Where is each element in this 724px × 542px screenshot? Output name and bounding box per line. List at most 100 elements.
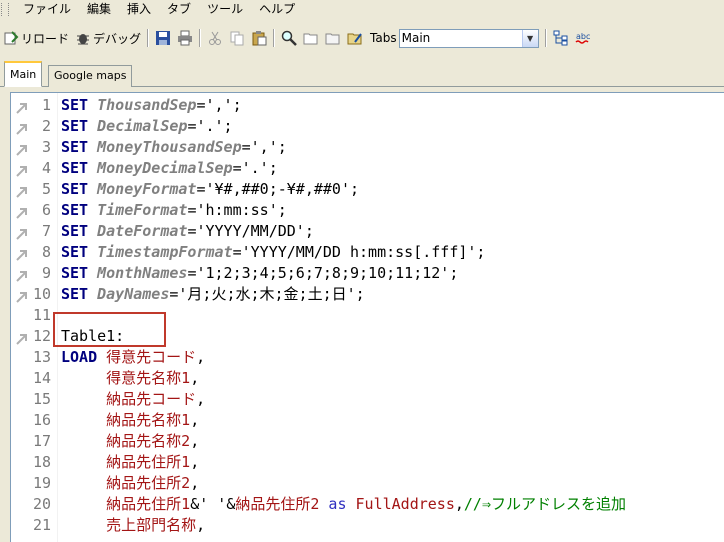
code-text: SET TimestampFormat='YYYY/MM/DD h:mm:ss[… (61, 242, 485, 263)
code-line[interactable]: 8 SET TimestampFormat='YYYY/MM/DD h:mm:ss… (11, 242, 724, 263)
code-text: 納品先名称2, (61, 431, 199, 452)
code-line[interactable]: 19 納品先住所2, (11, 473, 724, 494)
menu-edit[interactable]: 編集 (79, 1, 119, 18)
menu-tab[interactable]: タブ (159, 1, 199, 18)
code-token: 売上部門名称 (106, 516, 197, 534)
print-button[interactable] (174, 27, 196, 49)
code-line[interactable]: 5 SET MoneyFormat='¥#,##0;-¥#,##0'; (11, 179, 724, 200)
code-token: ThousandSep (97, 96, 197, 114)
code-text: 売上部門名称, (61, 515, 205, 536)
code-token: , (196, 390, 206, 408)
code-token: MoneyThousandSep (97, 138, 242, 156)
find-button[interactable] (278, 27, 300, 49)
code-line[interactable]: 10 SET DayNames='月;火;水;木;金;土;日'; (11, 284, 724, 305)
code-token: , (190, 369, 200, 387)
line-number: 10 (32, 285, 51, 303)
code-line[interactable]: 18 納品先住所1, (11, 452, 724, 473)
line-number: 4 (41, 159, 51, 177)
highlight-box (53, 312, 166, 347)
edit-folder-button[interactable] (344, 27, 366, 49)
script-editor[interactable]: 1 SET ThousandSep=','; 2 SET DecimalSep='.'… (10, 92, 724, 542)
line-number: 15 (32, 390, 51, 408)
line-number: 20 (32, 495, 51, 513)
toolbar: リロード デバッグ Tabs Main ▼ abc (0, 24, 724, 52)
code-text: 納品先コード, (61, 389, 205, 410)
code-token: MoneyFormat (97, 180, 197, 198)
toolbar-separator (544, 29, 547, 47)
line-number: 7 (41, 222, 51, 240)
reload-button[interactable]: リロード (0, 27, 72, 49)
structure-button[interactable] (550, 27, 572, 49)
menu-file[interactable]: ファイル (15, 1, 79, 18)
code-line[interactable]: 15 納品先コード, (11, 389, 724, 410)
bug-icon (75, 30, 91, 46)
magnifier-icon (281, 30, 297, 46)
code-token: ='YYYY/MM/DD'; (187, 222, 314, 240)
syntax-check-button[interactable]: abc (572, 27, 594, 49)
copy-button[interactable] (226, 27, 248, 49)
code-line[interactable]: 2 SET DecimalSep='.'; (11, 116, 724, 137)
tab-main[interactable]: Main (4, 61, 43, 87)
code-token: 納品先住所1 (106, 495, 191, 513)
code-token: FullAddress (355, 495, 455, 513)
tabs-label: Tabs (370, 31, 397, 45)
tabs-select[interactable]: Main ▼ (398, 28, 539, 48)
code-line[interactable]: 14 得意先名称1, (11, 368, 724, 389)
debug-button[interactable]: デバッグ (72, 27, 144, 49)
paste-button[interactable] (248, 27, 270, 49)
code-token: &' '& (190, 495, 236, 513)
code-token: =','; (196, 96, 242, 114)
menu-insert[interactable]: 挿入 (119, 1, 159, 18)
code-token: , (190, 432, 200, 450)
line-number: 14 (32, 369, 51, 387)
code-token: SET (61, 285, 98, 303)
code-text: 納品先名称1, (61, 410, 199, 431)
code-line[interactable]: 9 SET MonthNames='1;2;3;4;5;6;7;8;9;10;11… (11, 263, 724, 284)
code-text: LOAD 得意先コード, (61, 347, 205, 368)
cut-button[interactable] (204, 27, 226, 49)
code-line[interactable]: 21 売上部門名称, (11, 515, 724, 536)
menu-help[interactable]: ヘルプ (251, 1, 303, 18)
code-token: =','; (241, 138, 287, 156)
code-token: MoneyDecimalSep (97, 159, 233, 177)
code-line[interactable]: 16 納品先名称1, (11, 410, 724, 431)
open-folder-button[interactable] (300, 27, 322, 49)
chevron-down-icon[interactable]: ▼ (521, 29, 538, 47)
reload-icon (3, 30, 19, 46)
tab-google-maps[interactable]: Google maps (48, 65, 133, 87)
code-line[interactable]: 4 SET MoneyDecimalSep='.'; (11, 158, 724, 179)
save-button[interactable] (152, 27, 174, 49)
code-token: DateFormat (97, 222, 188, 240)
code-line[interactable]: 17 納品先名称2, (11, 431, 724, 452)
code-token: ='.'; (187, 117, 233, 135)
spell-check-icon: abc (575, 30, 591, 46)
line-number: 19 (32, 474, 51, 492)
code-token: SET (61, 159, 98, 177)
code-token: SET (61, 201, 98, 219)
code-line[interactable]: 20 納品先住所1&' '&納品先住所2 as FullAddress,//⇒フ… (11, 494, 724, 515)
code-line[interactable]: 13 LOAD 得意先コード, (11, 347, 724, 368)
line-number: 11 (32, 306, 51, 324)
folder-edit-icon (347, 30, 363, 46)
code-line[interactable]: 1 SET ThousandSep=','; (11, 95, 724, 116)
code-line[interactable]: 7 SET DateFormat='YYYY/MM/DD'; (11, 221, 724, 242)
code-text: SET DecimalSep='.'; (61, 116, 233, 137)
menu-tools[interactable]: ツール (199, 1, 251, 18)
code-token: 納品先住所2 (106, 474, 191, 492)
code-line[interactable]: 6 SET TimeFormat='h:mm:ss'; (11, 200, 724, 221)
code-token: SET (61, 117, 98, 135)
line-number: 3 (41, 138, 51, 156)
tab-bar: Main Google maps (0, 60, 724, 87)
code-text: SET MonthNames='1;2;3;4;5;6;7;8;9;10;11;… (61, 263, 458, 284)
clipboard-icon (251, 30, 267, 46)
code-line[interactable]: 3 SET MoneyThousandSep=','; (11, 137, 724, 158)
line-number: 12 (32, 327, 51, 345)
code-token: , (190, 453, 200, 471)
code-token: , (196, 348, 206, 366)
new-folder-button[interactable] (322, 27, 344, 49)
